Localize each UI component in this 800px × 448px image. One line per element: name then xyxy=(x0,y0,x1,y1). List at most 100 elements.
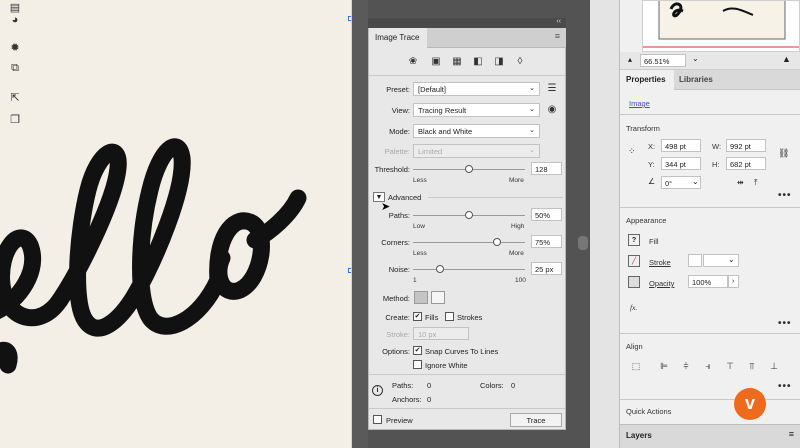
mode-dropdown[interactable]: Black and White ⌄ xyxy=(413,124,540,138)
fills-checkbox[interactable]: ✔ xyxy=(413,312,422,321)
preset-menu-icon[interactable]: ☰ xyxy=(546,83,558,95)
mountain-icon[interactable]: ▴ xyxy=(628,55,632,64)
preview-checkbox[interactable] xyxy=(373,415,382,424)
noise-label: Noise: xyxy=(388,265,410,274)
stroke-swatch-icon[interactable]: ╱ xyxy=(628,255,640,267)
stats-colors-value: 0 xyxy=(511,381,516,390)
tab-layers[interactable]: Layers xyxy=(626,431,652,440)
threshold-max-label: More xyxy=(509,177,524,184)
chevron-down-icon[interactable]: ⌄ xyxy=(728,255,735,264)
threshold-input[interactable]: 128 xyxy=(531,162,562,175)
navigator-thumbnail[interactable] xyxy=(642,0,800,52)
black-white-preset-icon[interactable]: ◨ xyxy=(493,56,505,68)
sun-icon[interactable]: ✹ xyxy=(7,40,23,56)
h-field[interactable]: 682 pt xyxy=(726,157,766,170)
transform-title: Transform xyxy=(626,124,660,133)
info-icon: i xyxy=(372,385,383,396)
layers-panel-tab[interactable]: Layers ≡ xyxy=(620,424,800,448)
w-field[interactable]: 992 pt xyxy=(726,139,766,152)
zoom-bar: ▴ 66.51% ⌄ ▲ xyxy=(620,52,800,70)
reference-point-icon[interactable]: ⁘ xyxy=(628,146,636,157)
export-icon[interactable]: ⇱ xyxy=(7,90,23,106)
abutting-method-icon[interactable] xyxy=(414,291,428,304)
fill-swatch-icon[interactable]: ? xyxy=(628,234,640,246)
fx-icon[interactable]: fx. xyxy=(630,303,637,312)
corners-slider[interactable] xyxy=(413,242,525,243)
chevron-down-icon: ⌄ xyxy=(529,106,535,113)
hello-artwork xyxy=(0,138,307,374)
stroke-label: Stroke: xyxy=(386,330,410,339)
stats-paths-label: Paths: xyxy=(392,381,414,390)
dock-resize-handle[interactable] xyxy=(578,236,588,250)
corners-input[interactable]: 75% xyxy=(531,235,562,248)
tab-libraries[interactable]: Libraries xyxy=(679,75,713,84)
transform-icon[interactable]: ⧉ xyxy=(7,60,23,76)
collapse-icon[interactable]: ‹‹ xyxy=(556,18,561,25)
trace-button[interactable]: Trace xyxy=(510,413,562,427)
artboards-icon[interactable]: ❐ xyxy=(7,112,23,128)
overlapping-method-icon[interactable] xyxy=(431,291,445,304)
ignore-white-checkbox[interactable] xyxy=(413,360,422,369)
noise-slider[interactable] xyxy=(413,269,525,270)
threshold-slider-thumb[interactable] xyxy=(465,165,473,173)
flip-horizontal-icon[interactable]: ⇹ xyxy=(737,178,744,187)
document-canvas[interactable] xyxy=(0,0,352,448)
view-dropdown[interactable]: Tracing Result ⌄ xyxy=(413,103,540,117)
paths-input[interactable]: 50% xyxy=(531,208,562,221)
paths-slider-thumb[interactable] xyxy=(465,211,473,219)
chevron-down-icon: ⌄ xyxy=(529,127,535,134)
eye-icon[interactable]: ◉ xyxy=(546,104,558,116)
zoom-input[interactable]: 66.51% xyxy=(640,54,686,67)
tab-properties[interactable]: Properties xyxy=(626,75,666,84)
auto-color-preset-icon[interactable]: ❀ xyxy=(407,56,419,68)
y-field[interactable]: 344 pt xyxy=(661,157,701,170)
strokes-checkbox[interactable] xyxy=(445,312,454,321)
align-center-v-icon[interactable]: ⫪ xyxy=(746,361,758,373)
opacity-chevron-icon[interactable]: › xyxy=(728,275,739,288)
stroke-stepper[interactable] xyxy=(688,254,702,267)
link-icon[interactable]: ⛓ xyxy=(778,148,789,159)
opacity-field[interactable]: 100% xyxy=(688,275,728,288)
opacity-icon xyxy=(628,276,640,288)
more-options-icon[interactable]: ••• xyxy=(778,190,792,201)
align-right-icon[interactable]: ⫣ xyxy=(702,361,714,373)
tab-image-trace[interactable]: Image Trace xyxy=(369,28,427,48)
mountain-large-icon[interactable]: ▲ xyxy=(782,54,791,64)
align-to-icon[interactable]: ⬚ xyxy=(630,361,642,373)
more-options-icon[interactable]: ••• xyxy=(778,318,792,329)
preset-dropdown[interactable]: [Default] ⌄ xyxy=(413,82,540,96)
panel-menu-icon[interactable]: ≡ xyxy=(555,31,560,41)
align-title: Align xyxy=(626,342,643,351)
stroke-label[interactable]: Stroke xyxy=(649,258,671,267)
chevron-down-icon[interactable]: ⌄ xyxy=(692,54,699,63)
chevron-down-icon[interactable]: ⌄ xyxy=(692,177,699,186)
more-options-icon[interactable]: ••• xyxy=(778,381,792,392)
align-center-h-icon[interactable]: ⫩ xyxy=(680,361,692,373)
align-left-icon[interactable]: ⊫ xyxy=(658,361,670,373)
align-bottom-icon[interactable]: ⊥ xyxy=(768,361,780,373)
panel-menu-icon[interactable]: ≡ xyxy=(789,429,794,439)
low-color-preset-icon[interactable]: ▦ xyxy=(451,56,463,68)
stats-anchors-label: Anchors: xyxy=(392,395,422,404)
panel-title-bar[interactable]: ‹‹ xyxy=(368,18,566,28)
corners-slider-thumb[interactable] xyxy=(493,238,501,246)
preview-label: Preview xyxy=(386,416,413,425)
opacity-label[interactable]: Opacity xyxy=(649,279,674,288)
method-label: Method: xyxy=(382,294,410,303)
outline-preset-icon[interactable]: ◊ xyxy=(514,56,526,68)
w-label: W: xyxy=(712,142,722,151)
appearance-icon[interactable]: ◕ xyxy=(7,12,23,28)
grayscale-preset-icon[interactable]: ◧ xyxy=(472,56,484,68)
object-type-link[interactable]: Image xyxy=(629,99,650,108)
high-color-preset-icon[interactable]: ▣ xyxy=(430,56,442,68)
align-top-icon[interactable]: ⊤ xyxy=(724,361,736,373)
flip-vertical-icon[interactable]: ⤒ xyxy=(754,178,758,188)
panel-tab-strip: ≡ xyxy=(427,28,566,48)
noise-input[interactable]: 25 px xyxy=(531,262,562,275)
x-field[interactable]: 498 pt xyxy=(661,139,701,152)
quick-actions-title: Quick Actions xyxy=(626,407,672,416)
palette-label: Palette: xyxy=(384,147,410,156)
snap-curves-checkbox[interactable]: ✔ xyxy=(413,346,422,355)
view-label: View: xyxy=(391,106,410,115)
noise-slider-thumb[interactable] xyxy=(435,265,444,273)
